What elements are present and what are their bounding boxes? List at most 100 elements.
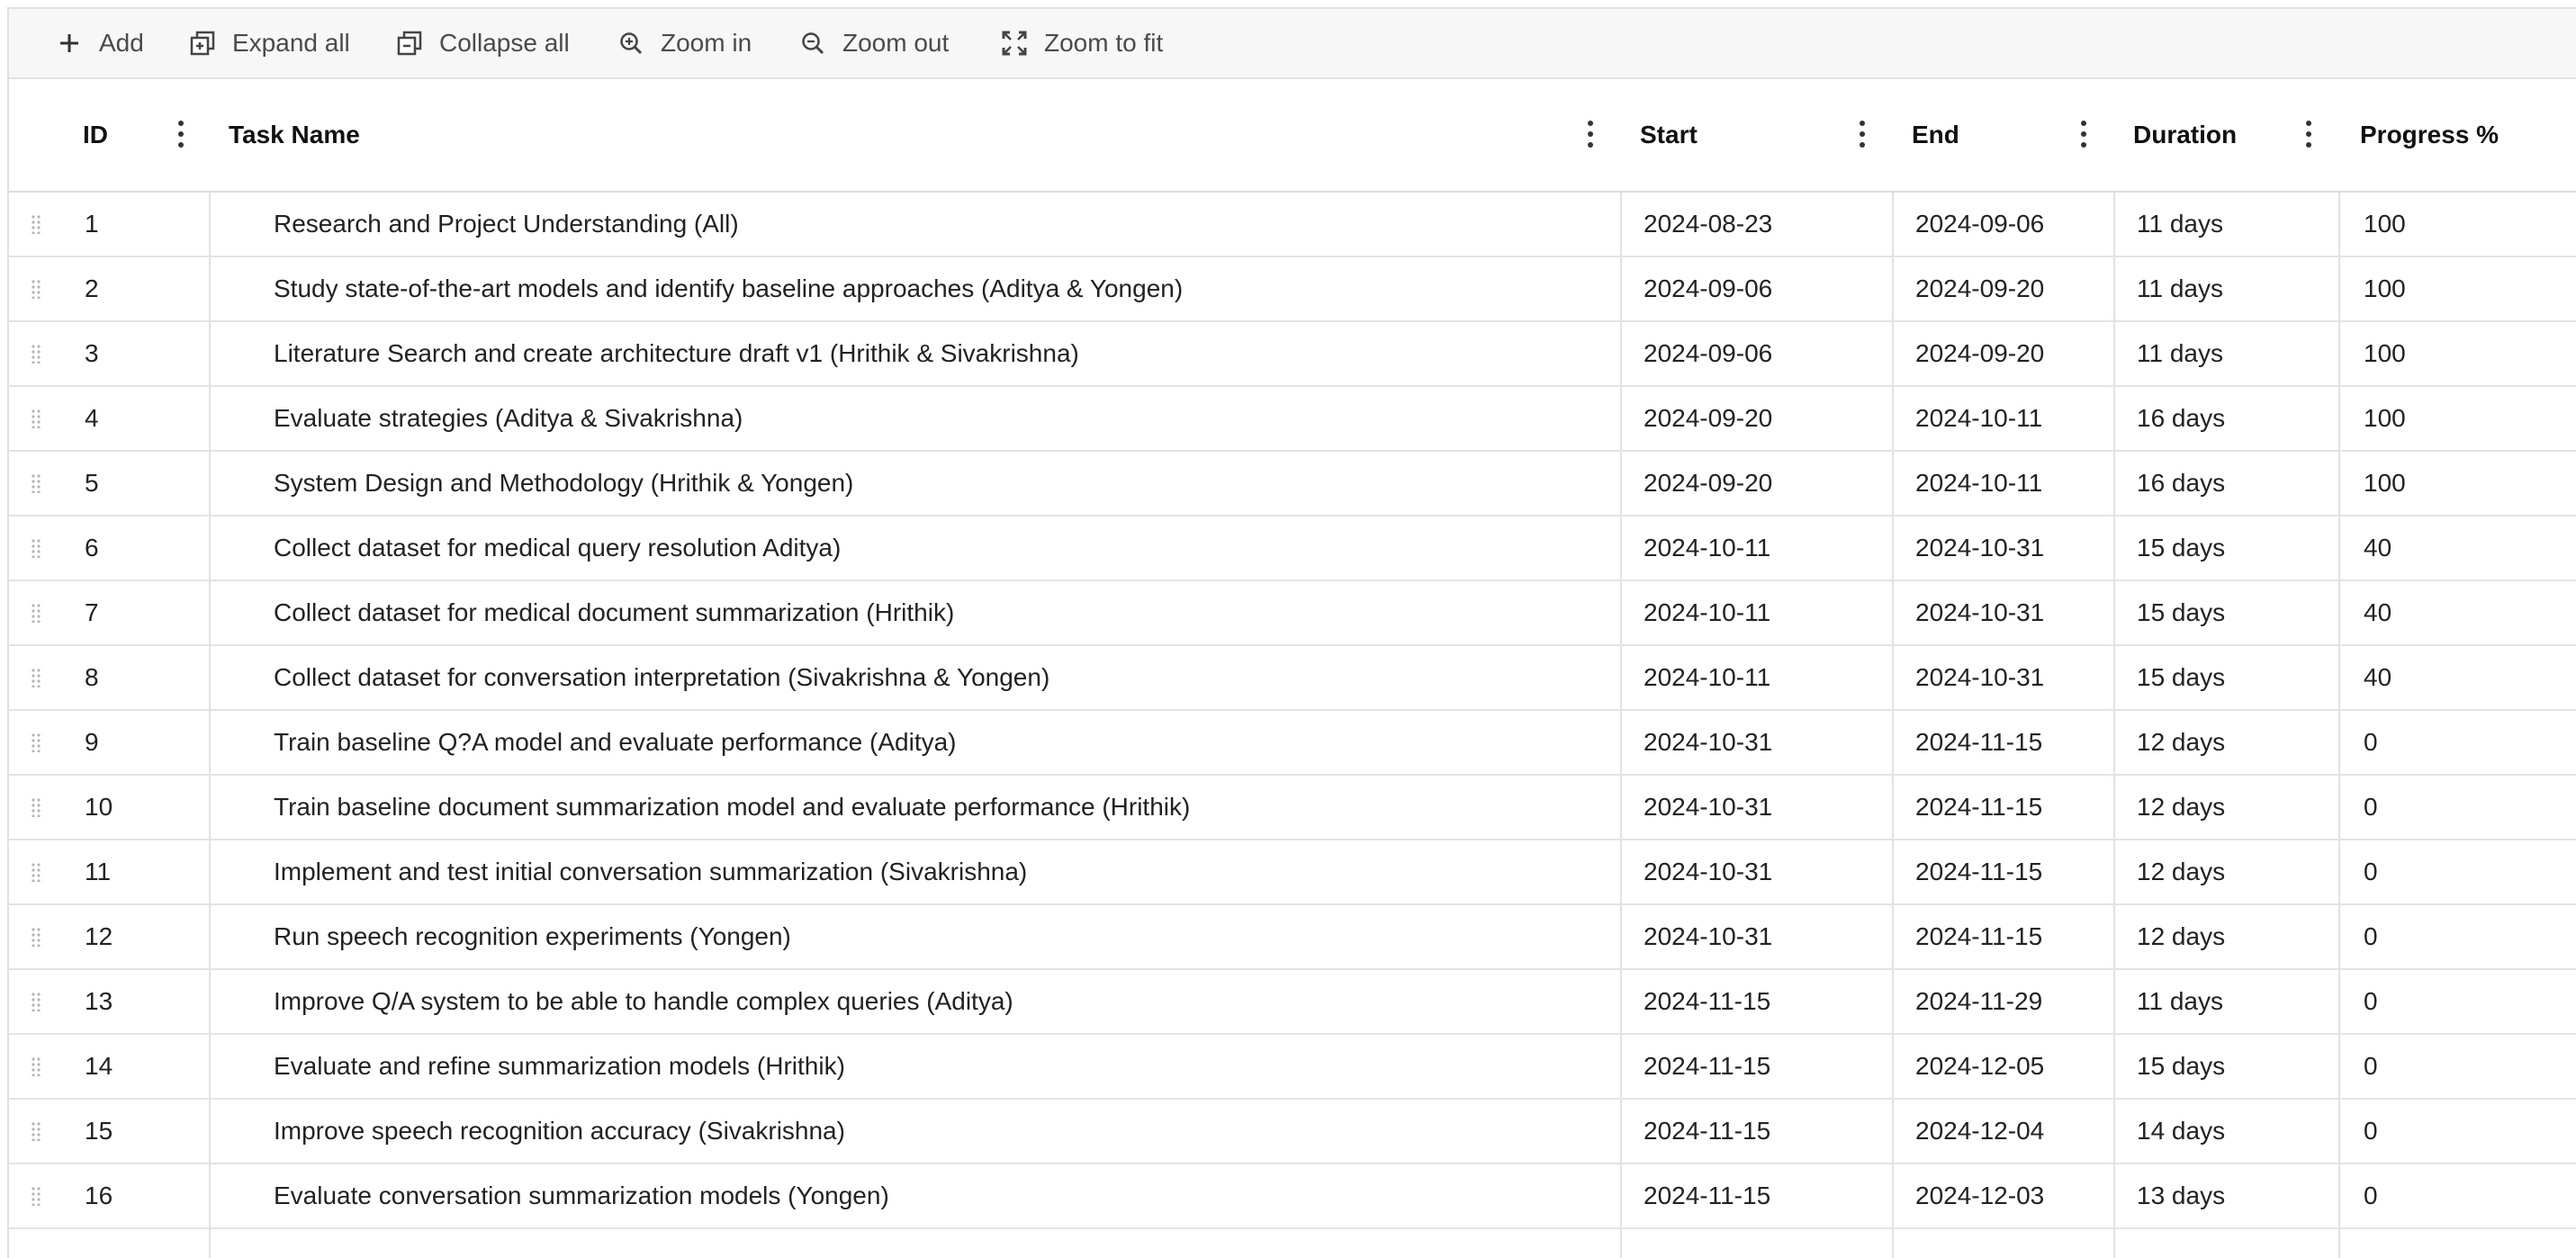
start-column-menu-icon[interactable] xyxy=(1858,121,1867,148)
row-id[interactable]: 8 xyxy=(85,646,99,709)
row-task-name[interactable]: Collect dataset for conversation interpr… xyxy=(274,646,1049,709)
column-header-duration[interactable]: Duration xyxy=(2133,79,2237,191)
row-end-date[interactable]: 2024-12-05 xyxy=(1915,1035,2044,1098)
drag-handle-icon[interactable] xyxy=(31,581,41,644)
row-duration[interactable]: 11 days xyxy=(2137,257,2223,320)
row-start-date[interactable]: 2024-09-20 xyxy=(1644,452,1772,515)
row-task-name[interactable]: Improve Q/A system to be able to handle … xyxy=(274,970,1013,1033)
row-id[interactable]: 5 xyxy=(85,452,99,515)
row-end-date[interactable]: 2024-11-15 xyxy=(1915,711,2042,774)
row-end-date[interactable]: 2024-10-31 xyxy=(1915,581,2044,644)
row-task-name[interactable]: Evaluate conversation summarization mode… xyxy=(274,1164,889,1227)
drag-handle-icon[interactable] xyxy=(31,970,41,1033)
row-task-name[interactable]: Train baseline document summarization mo… xyxy=(274,776,1190,839)
row-id[interactable]: 13 xyxy=(85,970,113,1033)
row-progress[interactable]: 40 xyxy=(2364,517,2391,580)
row-duration[interactable]: 14 days xyxy=(2137,1100,2225,1163)
row-start-date[interactable]: 2024-11-15 xyxy=(1644,1100,1770,1163)
row-duration[interactable]: 15 days xyxy=(2137,646,2225,709)
drag-handle-icon[interactable] xyxy=(31,452,41,515)
row-duration[interactable]: 13 days xyxy=(2137,1164,2225,1227)
row-start-date[interactable]: 2024-09-20 xyxy=(1644,387,1772,450)
row-progress[interactable]: 40 xyxy=(2364,581,2391,644)
row-duration[interactable]: 16 days xyxy=(2137,452,2225,515)
row-task-name[interactable]: Evaluate strategies (Aditya & Sivakrishn… xyxy=(274,387,743,450)
row-id[interactable]: 2 xyxy=(85,257,99,320)
row-end-date[interactable]: 2024-09-20 xyxy=(1915,257,2044,320)
drag-handle-icon[interactable] xyxy=(31,1164,41,1227)
row-progress[interactable]: 100 xyxy=(2364,387,2406,450)
row-id[interactable]: 6 xyxy=(85,517,99,580)
table-row[interactable]: 11 Implement and test initial conversatio… xyxy=(9,840,2576,905)
zoom-out-button[interactable]: Zoom out xyxy=(799,9,949,77)
column-header-progress[interactable]: Progress % xyxy=(2360,79,2499,191)
row-start-date[interactable]: 2024-10-11 xyxy=(1644,517,1770,580)
row-progress[interactable]: 0 xyxy=(2364,1035,2378,1098)
column-header-id[interactable]: ID xyxy=(83,79,108,191)
row-end-date[interactable]: 2024-11-15 xyxy=(1915,776,2042,839)
drag-handle-icon[interactable] xyxy=(31,517,41,580)
row-task-name[interactable]: Improve speech recognition accuracy (Siv… xyxy=(274,1100,845,1163)
row-duration[interactable]: 11 days xyxy=(2137,322,2223,385)
row-task-name[interactable]: Literature Search and create architectur… xyxy=(274,322,1079,385)
row-duration[interactable]: 15 days xyxy=(2137,1035,2225,1098)
drag-handle-icon[interactable] xyxy=(31,387,41,450)
row-id[interactable]: 9 xyxy=(85,711,99,774)
row-end-date[interactable]: 2024-10-11 xyxy=(1915,452,2042,515)
row-task-name[interactable]: System Design and Methodology (Hrithik &… xyxy=(274,452,853,515)
row-id[interactable]: 1 xyxy=(85,193,99,256)
end-column-menu-icon[interactable] xyxy=(2079,121,2088,148)
row-duration[interactable]: 16 days xyxy=(2137,387,2225,450)
row-task-name[interactable]: Implement and test initial conversation … xyxy=(274,840,1027,903)
table-row[interactable]: 6 Collect dataset for medical query resol… xyxy=(9,517,2576,581)
row-duration[interactable]: 11 days xyxy=(2137,970,2223,1033)
row-id[interactable]: 14 xyxy=(85,1035,113,1098)
row-end-date[interactable]: 2024-12-03 xyxy=(1915,1164,2044,1227)
row-id[interactable]: 16 xyxy=(85,1164,113,1227)
row-start-date[interactable]: 2024-09-06 xyxy=(1644,257,1772,320)
table-row[interactable]: 8 Collect dataset for conversation interp… xyxy=(9,646,2576,711)
table-row[interactable]: 5 System Design and Methodology (Hrithik … xyxy=(9,452,2576,517)
row-end-date[interactable]: 2024-09-20 xyxy=(1915,322,2044,385)
zoom-to-fit-button[interactable]: Zoom to fit xyxy=(1001,9,1163,77)
row-progress[interactable]: 0 xyxy=(2364,776,2378,839)
table-row[interactable]: 14 Evaluate and refine summarization mode… xyxy=(9,1035,2576,1100)
row-id[interactable]: 12 xyxy=(85,905,113,968)
row-duration[interactable]: 15 days xyxy=(2137,581,2225,644)
id-column-menu-icon[interactable] xyxy=(176,121,185,148)
row-duration[interactable]: 12 days xyxy=(2137,840,2225,903)
zoom-in-button[interactable]: Zoom in xyxy=(617,9,752,77)
row-id[interactable]: 10 xyxy=(85,776,113,839)
row-progress[interactable]: 0 xyxy=(2364,1100,2378,1163)
row-task-name[interactable]: Train baseline Q?A model and evaluate pe… xyxy=(274,711,957,774)
row-id[interactable]: 7 xyxy=(85,581,99,644)
row-task-name[interactable]: Research and Project Understanding (All) xyxy=(274,193,739,256)
table-row[interactable]: 3 Literature Search and create architectu… xyxy=(9,322,2576,387)
row-duration[interactable]: 11 days xyxy=(2137,193,2223,256)
row-progress[interactable]: 0 xyxy=(2364,840,2378,903)
row-task-name[interactable]: Collect dataset for medical query resolu… xyxy=(274,517,841,580)
duration-column-menu-icon[interactable] xyxy=(2304,121,2313,148)
row-end-date[interactable]: 2024-09-06 xyxy=(1915,193,2044,256)
row-start-date[interactable]: 2024-10-31 xyxy=(1644,776,1772,839)
row-duration[interactable]: 15 days xyxy=(2137,517,2225,580)
row-progress[interactable]: 40 xyxy=(2364,646,2391,709)
row-start-date[interactable]: 2024-11-15 xyxy=(1644,1164,1770,1227)
table-row[interactable]: 15 Improve speech recognition accuracy (S… xyxy=(9,1100,2576,1164)
drag-handle-icon[interactable] xyxy=(31,257,41,320)
table-row[interactable]: 7 Collect dataset for medical document su… xyxy=(9,581,2576,646)
row-progress[interactable]: 0 xyxy=(2364,1164,2378,1227)
row-start-date[interactable]: 2024-10-31 xyxy=(1644,905,1772,968)
table-row[interactable]: 1 Research and Project Understanding (All… xyxy=(9,193,2576,257)
row-progress[interactable]: 0 xyxy=(2364,905,2378,968)
table-row[interactable]: 16 Evaluate conversation summarization mo… xyxy=(9,1164,2576,1229)
table-row[interactable]: 13 Improve Q/A system to be able to handl… xyxy=(9,970,2576,1035)
table-row[interactable]: 12 Run speech recognition experiments (Yo… xyxy=(9,905,2576,970)
row-end-date[interactable]: 2024-12-04 xyxy=(1915,1100,2044,1163)
drag-handle-icon[interactable] xyxy=(31,1100,41,1163)
row-end-date[interactable]: 2024-10-31 xyxy=(1915,517,2044,580)
table-row[interactable]: 9 Train baseline Q?A model and evaluate p… xyxy=(9,711,2576,776)
row-task-name[interactable]: Study state-of-the-art models and identi… xyxy=(274,257,1183,320)
column-header-start[interactable]: Start xyxy=(1640,79,1698,191)
row-id[interactable]: 11 xyxy=(85,840,111,903)
